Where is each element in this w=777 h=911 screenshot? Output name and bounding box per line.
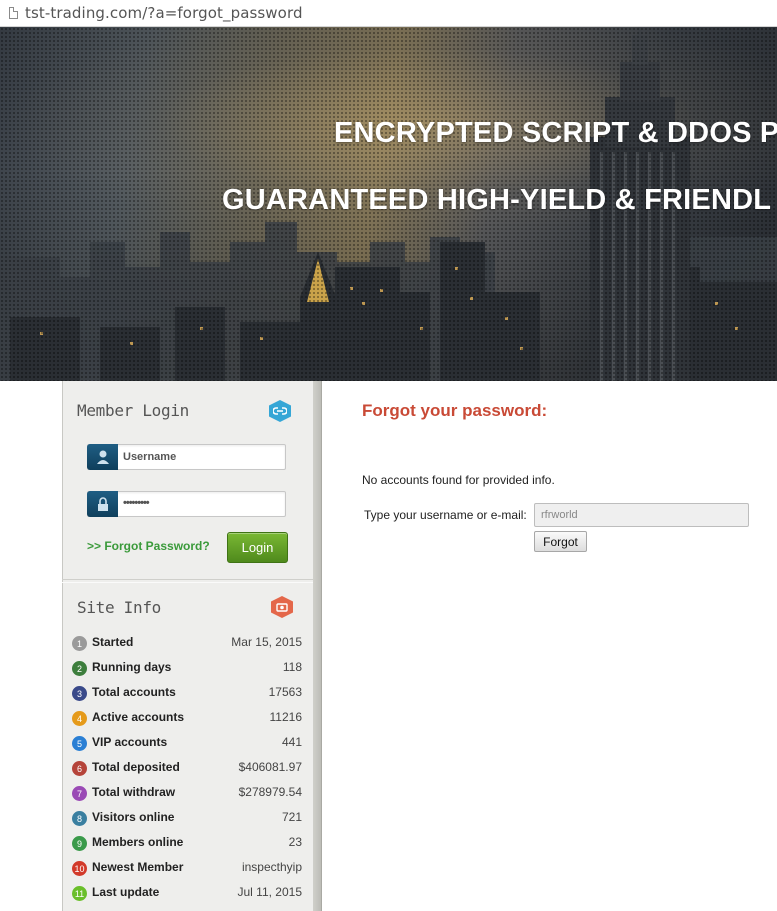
sidebar-rail bbox=[313, 381, 322, 911]
site-info-row: 5 VIP accounts 441 bbox=[72, 734, 302, 754]
username-email-input[interactable]: rfrworld bbox=[534, 503, 749, 527]
stat-value: inspecthyip bbox=[241, 860, 302, 874]
site-info-row: 2 Running days 118 bbox=[72, 659, 302, 679]
site-info-row: 1 Started Mar 15, 2015 bbox=[72, 634, 302, 654]
status-message: No accounts found for provided info. bbox=[362, 473, 555, 487]
hero-headline-2: GUARANTEED HIGH-YIELD & FRIENDL bbox=[222, 184, 772, 216]
page-title: Forgot your password: bbox=[362, 401, 548, 420]
username-field[interactable]: Username bbox=[87, 444, 286, 470]
forgot-password-link[interactable]: >> Forgot Password? bbox=[87, 539, 210, 553]
row-number-badge: 7 bbox=[72, 786, 87, 801]
password-field[interactable]: ••••••••• bbox=[87, 491, 286, 517]
password-value: ••••••••• bbox=[123, 497, 150, 509]
member-login-title: Member Login bbox=[77, 401, 189, 420]
row-number-badge: 9 bbox=[72, 836, 87, 851]
stat-value: 441 bbox=[281, 735, 302, 749]
page-icon bbox=[9, 7, 18, 19]
stat-value: $278979.54 bbox=[238, 785, 302, 799]
site-info-row: 8 Visitors online 721 bbox=[72, 809, 302, 829]
user-icon bbox=[87, 444, 118, 470]
login-button[interactable]: Login bbox=[227, 532, 288, 563]
username-email-label: Type your username or e-mail: bbox=[364, 508, 527, 522]
stat-value: Mar 15, 2015 bbox=[231, 635, 302, 649]
site-info-row: 9 Members online 23 bbox=[72, 834, 302, 854]
row-number-badge: 1 bbox=[72, 636, 87, 651]
stat-label: Members online bbox=[92, 835, 184, 849]
stat-label: Visitors online bbox=[92, 810, 175, 824]
stat-label: Newest Member bbox=[92, 860, 184, 874]
username-value: Username bbox=[123, 451, 177, 463]
stat-label: VIP accounts bbox=[92, 735, 168, 749]
stat-label: Total withdraw bbox=[92, 785, 176, 799]
row-number-badge: 10 bbox=[72, 861, 87, 876]
stat-label: Last update bbox=[92, 885, 160, 899]
site-info-row: 3 Total accounts 17563 bbox=[72, 684, 302, 704]
hero-headline-1: ENCRYPTED SCRIPT & DDOS P bbox=[334, 117, 777, 149]
stat-label: Started bbox=[92, 635, 134, 649]
site-info-row: 10 Newest Member inspecthyip bbox=[72, 859, 302, 879]
stat-value: 721 bbox=[281, 810, 302, 824]
stat-label: Running days bbox=[92, 660, 172, 674]
site-info-row: 7 Total withdraw $278979.54 bbox=[72, 784, 302, 804]
stat-label: Total accounts bbox=[92, 685, 176, 699]
stat-value: 17563 bbox=[268, 685, 302, 699]
hero-banner: ENCRYPTED SCRIPT & DDOS P GUARANTEED HIG… bbox=[0, 27, 777, 381]
address-bar[interactable]: tst-trading.com/?a=forgot_password bbox=[0, 0, 777, 27]
row-number-badge: 4 bbox=[72, 711, 87, 726]
forgot-button[interactable]: Forgot bbox=[534, 531, 587, 552]
stat-value: $406081.97 bbox=[238, 760, 302, 774]
lock-icon bbox=[87, 491, 118, 517]
stat-value: 118 bbox=[282, 660, 302, 674]
row-number-badge: 2 bbox=[72, 661, 87, 676]
stat-value: 23 bbox=[288, 835, 302, 849]
row-number-badge: 5 bbox=[72, 736, 87, 751]
site-info-row: 6 Total deposited $406081.97 bbox=[72, 759, 302, 779]
site-info-title: Site Info bbox=[77, 598, 161, 617]
stat-value: Jul 11, 2015 bbox=[237, 885, 303, 899]
row-number-badge: 8 bbox=[72, 811, 87, 826]
url-text[interactable]: tst-trading.com/?a=forgot_password bbox=[25, 4, 303, 22]
row-number-badge: 3 bbox=[72, 686, 87, 701]
sidebar-divider bbox=[62, 579, 313, 583]
site-info-row: 4 Active accounts 11216 bbox=[72, 709, 302, 729]
stat-value: 11216 bbox=[269, 710, 302, 724]
stat-label: Total deposited bbox=[92, 760, 180, 774]
stat-label: Active accounts bbox=[92, 710, 185, 724]
row-number-badge: 6 bbox=[72, 761, 87, 776]
site-info-row: 11 Last update Jul 11, 2015 bbox=[72, 884, 302, 904]
row-number-badge: 11 bbox=[72, 886, 87, 901]
